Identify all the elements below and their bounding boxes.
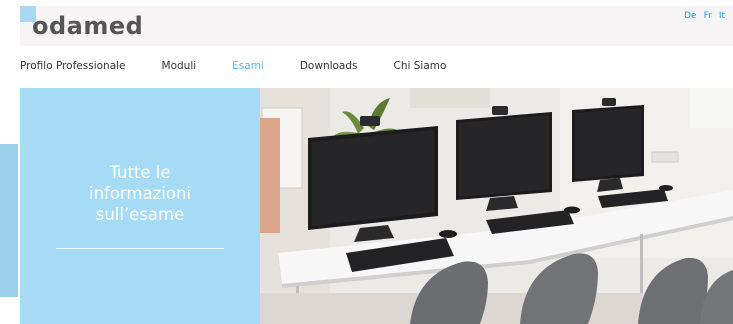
logo-text: odamed: [32, 12, 144, 40]
hero-banner: Tutte le informazioni sull’esame: [20, 88, 733, 324]
lang-de-link[interactable]: De: [684, 11, 696, 21]
main-nav: Profilo Professionale Moduli Esami Downl…: [20, 60, 482, 76]
nav-item-profilo-professionale[interactable]: Profilo Professionale: [20, 60, 126, 76]
nav-item-downloads[interactable]: Downloads: [300, 60, 358, 76]
lang-it-link[interactable]: It: [719, 11, 725, 21]
hero-title-line-2: informazioni: [88, 184, 191, 203]
language-switcher: De Fr It: [684, 11, 725, 21]
side-accent-strip: [0, 144, 18, 297]
page: odamed De Fr It Profilo Professionale Mo…: [0, 0, 733, 324]
hero-image-exam-room: [260, 88, 733, 324]
nav-item-moduli[interactable]: Moduli: [162, 60, 197, 76]
hero-title: Tutte le informazioni sull’esame: [20, 162, 260, 225]
header-bar: odamed De Fr It: [20, 6, 733, 46]
hero-divider: [56, 248, 224, 249]
hero-title-line-1: Tutte le: [109, 163, 171, 182]
nav-item-esami[interactable]: Esami: [232, 60, 264, 76]
nav-item-chi-siamo[interactable]: Chi Siamo: [394, 60, 447, 76]
lang-fr-link[interactable]: Fr: [704, 11, 712, 21]
hero-title-line-3: sull’esame: [95, 205, 185, 224]
logo[interactable]: odamed: [20, 6, 143, 46]
hero-text-panel: Tutte le informazioni sull’esame: [20, 88, 260, 324]
